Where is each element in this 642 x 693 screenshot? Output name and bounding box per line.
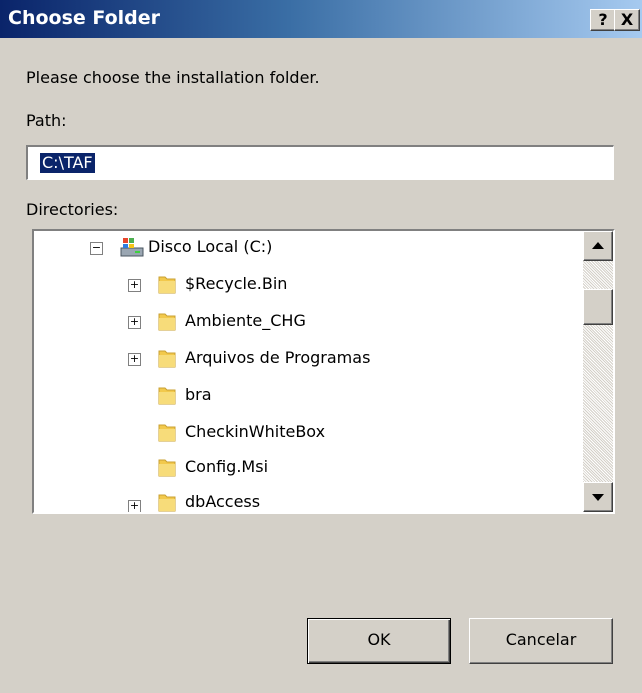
folder-icon — [156, 384, 178, 406]
tree-item[interactable]: + Ambiente_CHG — [34, 306, 574, 336]
tree-item-label: $Recycle.Bin — [185, 274, 288, 293]
arrow-up-icon — [592, 242, 604, 249]
tree-item-label: bra — [185, 385, 212, 404]
tree-item[interactable]: + $Recycle.Bin — [34, 269, 574, 299]
directory-tree[interactable]: − Disco Local (C:) + $Recycle.Bin + Ambi… — [32, 229, 615, 514]
expand-icon[interactable]: + — [128, 353, 141, 366]
expand-icon[interactable]: + — [128, 500, 141, 512]
tree-root-row[interactable]: − Disco Local (C:) — [34, 232, 574, 262]
expand-icon[interactable]: + — [128, 316, 141, 329]
path-input[interactable]: C:\TAF — [26, 145, 614, 180]
folder-icon — [156, 491, 178, 512]
expand-icon[interactable]: + — [128, 279, 141, 292]
scroll-thumb[interactable] — [583, 289, 613, 325]
folder-icon — [156, 421, 178, 443]
folder-icon — [156, 347, 178, 369]
scroll-down-button[interactable] — [583, 482, 613, 512]
folder-icon — [156, 310, 178, 332]
title-bar[interactable]: Choose Folder ? X — [0, 0, 642, 38]
tree-root-label: Disco Local (C:) — [148, 237, 273, 256]
window-title: Choose Folder — [8, 7, 161, 29]
tree-item[interactable]: CheckinWhiteBox — [34, 417, 574, 447]
tree-item-label: Ambiente_CHG — [185, 311, 306, 330]
directories-label: Directories: — [26, 200, 119, 219]
tree-item-label: CheckinWhiteBox — [185, 422, 326, 441]
tree-item[interactable]: bra — [34, 380, 574, 410]
folder-icon — [156, 456, 178, 478]
scroll-up-button[interactable] — [583, 231, 613, 261]
close-button[interactable]: X — [614, 9, 640, 31]
folder-icon — [156, 273, 178, 295]
tree-item[interactable]: + dbAccess — [34, 487, 574, 512]
tree-item-label: Config.Msi — [185, 457, 269, 476]
vertical-scrollbar[interactable] — [583, 231, 613, 512]
tree-item-label: dbAccess — [185, 492, 261, 511]
choose-folder-dialog: Choose Folder ? X Please choose the inst… — [0, 0, 642, 693]
path-label: Path: — [26, 111, 67, 130]
arrow-down-icon — [592, 494, 604, 501]
drive-icon — [120, 236, 144, 258]
tree-item[interactable]: Config.Msi — [34, 452, 574, 482]
ok-button[interactable]: OK — [307, 618, 451, 664]
tree-item-label: Arquivos de Programas — [185, 348, 371, 367]
prompt-text: Please choose the installation folder. — [26, 68, 320, 87]
tree-item[interactable]: + Arquivos de Programas — [34, 343, 574, 373]
cancel-button[interactable]: Cancelar — [469, 618, 613, 664]
collapse-icon[interactable]: − — [90, 242, 103, 255]
path-input-value: C:\TAF — [40, 153, 95, 173]
help-button[interactable]: ? — [590, 9, 616, 31]
